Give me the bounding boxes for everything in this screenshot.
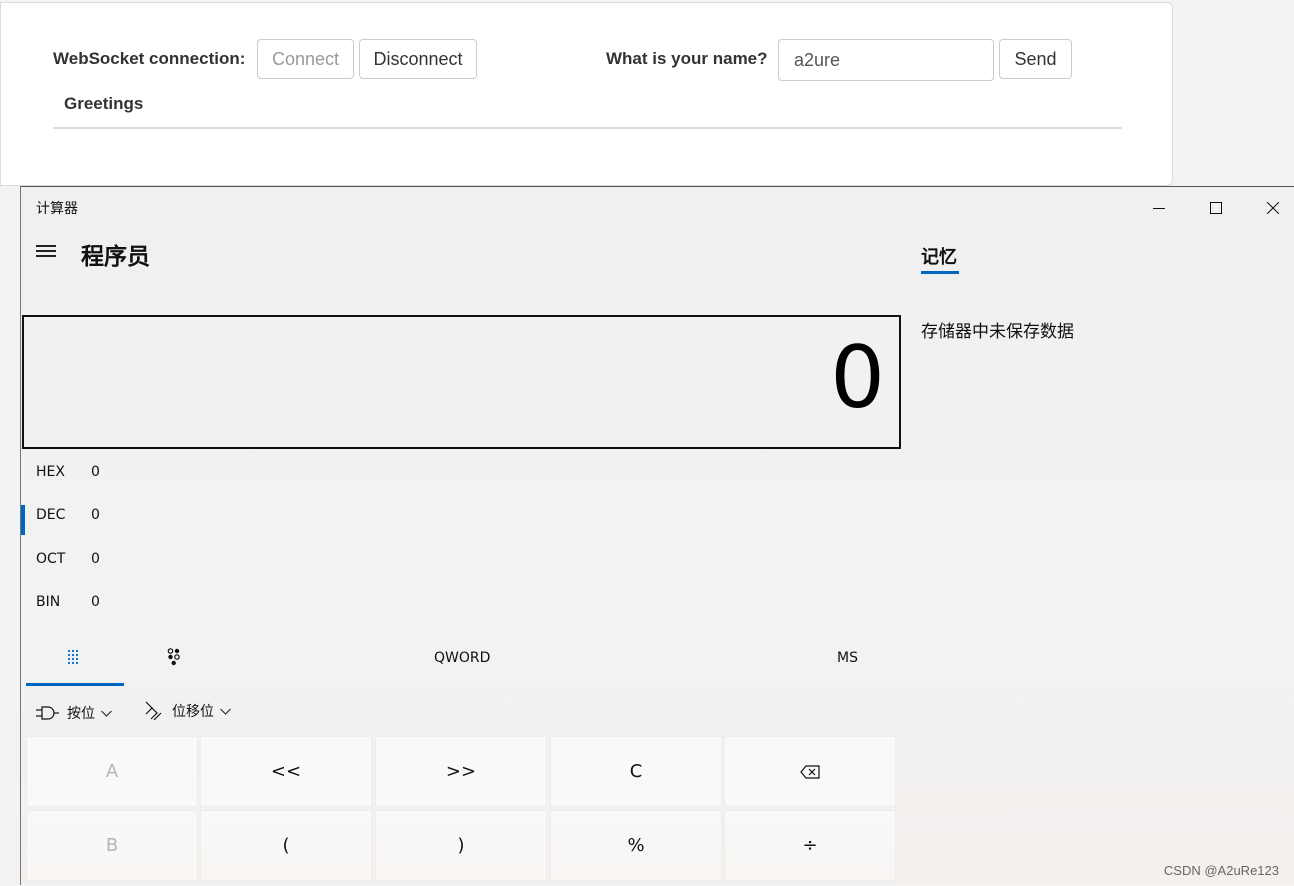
greetings-header: Greetings: [64, 94, 144, 113]
hamburger-icon[interactable]: [36, 245, 56, 259]
bit-toggle-tab[interactable]: [167, 648, 181, 670]
key-percent[interactable]: %: [550, 810, 722, 881]
websocket-panel: WebSocket connection: Connect Disconnect…: [0, 2, 1173, 186]
minimize-icon: [1152, 208, 1165, 209]
radix-row-dec[interactable]: DEC 0: [21, 497, 321, 535]
maximize-icon: [1209, 202, 1222, 214]
radix-value: 0: [91, 594, 100, 610]
selected-indicator: [21, 505, 25, 535]
watermark: CSDN @A2uRe123: [1163, 863, 1279, 878]
send-button[interactable]: Send: [999, 39, 1072, 79]
name-label: What is your name?: [606, 49, 768, 68]
key-left-shift[interactable]: <<: [200, 736, 372, 807]
key-backspace[interactable]: [724, 736, 896, 807]
disconnect-button[interactable]: Disconnect: [359, 39, 477, 79]
minimize-button[interactable]: [1130, 187, 1187, 229]
key-clear[interactable]: C: [550, 736, 722, 807]
radix-value: 0: [91, 507, 100, 523]
radix-row-hex[interactable]: HEX 0: [21, 454, 321, 490]
radix-value: 0: [91, 464, 100, 480]
bitwise-gate-icon: [36, 706, 59, 720]
memory-empty-message: 存储器中未保存数据: [921, 322, 1074, 342]
radix-value: 0: [91, 551, 100, 567]
result-display: 0: [22, 315, 901, 449]
radix-name: DEC: [36, 507, 66, 523]
key-close-paren[interactable]: ): [375, 810, 547, 881]
memory-store-button[interactable]: MS: [837, 650, 858, 666]
backspace-icon: [800, 764, 820, 779]
active-tab-underline: [26, 683, 124, 686]
connect-button[interactable]: Connect: [257, 39, 354, 79]
memory-tab[interactable]: 记忆: [921, 243, 957, 269]
calculator-window: 计算器 程序员 0 HEX 0 DEC 0 OCT 0 BIN 0 QWORD …: [20, 186, 1294, 885]
greetings-divider: [53, 127, 1122, 129]
key-b[interactable]: B: [26, 810, 198, 881]
full-keypad-icon: [67, 649, 79, 665]
key-right-shift[interactable]: >>: [375, 736, 547, 807]
radix-name: BIN: [36, 594, 61, 610]
radix-row-oct[interactable]: OCT 0: [21, 541, 321, 577]
bitshift-dropdown[interactable]: 位移位: [144, 700, 231, 722]
radix-name: OCT: [36, 551, 66, 567]
close-icon: [1266, 202, 1279, 214]
bitshift-label: 位移位: [172, 704, 214, 720]
key-divide[interactable]: ÷: [724, 810, 896, 881]
radix-name: HEX: [36, 464, 65, 480]
bitshift-icon: [145, 701, 162, 721]
name-input[interactable]: a2ure: [778, 39, 994, 81]
window-title: 计算器: [36, 201, 78, 217]
mode-title: 程序员: [81, 244, 150, 270]
bitwise-dropdown[interactable]: 按位: [36, 703, 112, 723]
bitwise-label: 按位: [67, 706, 95, 722]
key-open-paren[interactable]: (: [200, 810, 372, 881]
connection-label: WebSocket connection:: [53, 49, 246, 68]
keypad: A << >> C B ( ) % ÷: [26, 736, 898, 886]
full-keypad-tab[interactable]: [67, 649, 81, 669]
bit-toggle-icon: [167, 648, 180, 666]
close-button[interactable]: [1244, 187, 1294, 229]
memory-tab-underline: [921, 271, 959, 274]
radix-row-bin[interactable]: BIN 0: [21, 584, 321, 620]
display-value: 0: [830, 328, 885, 428]
key-a[interactable]: A: [26, 736, 198, 807]
maximize-button[interactable]: [1187, 187, 1244, 229]
word-size-button[interactable]: QWORD: [434, 650, 490, 666]
chevron-down-icon: [220, 708, 231, 715]
chevron-down-icon: [101, 710, 112, 717]
